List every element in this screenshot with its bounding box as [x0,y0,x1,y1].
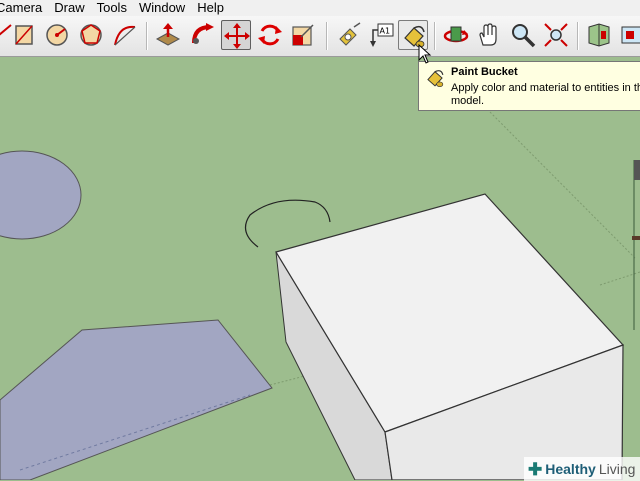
follow-me-icon [192,23,214,44]
pan-tool-button[interactable] [474,20,504,50]
person-figure [634,160,640,180]
zoom-extents-icon [544,23,568,47]
polygon-tool-button[interactable] [76,20,106,50]
rotate-icon [258,24,282,46]
mouse-cursor-icon [418,44,432,64]
rectangle-tool-button[interactable] [9,20,39,50]
tooltip-title: Paint Bucket [451,66,518,78]
watermark-brand-suffix: Living [598,461,636,477]
watermark-brand: Healthy [545,461,596,477]
tape-measure-icon [339,22,361,46]
text-icon: A1 [370,23,394,47]
follow-me-tool-button[interactable] [187,20,217,50]
text-tool-button[interactable]: A1 [366,20,396,50]
move-tool-button[interactable] [221,20,251,50]
scene-drawing [0,57,640,480]
styles-icon [621,26,640,44]
toolbar-separator [326,22,328,50]
plus-icon: ✚ [528,459,543,479]
styles-tool-button[interactable] [617,20,640,50]
pan-icon [479,23,497,46]
polygon-icon [80,24,102,46]
zoom-extents-tool-button[interactable] [541,20,571,50]
tooltip-description: Apply color and material to entities in … [451,82,640,107]
circle-icon [46,24,68,46]
arc-tool-button[interactable] [110,20,140,50]
push-pull-tool-button[interactable] [153,20,183,50]
menu-help[interactable]: Help [197,0,230,16]
push-pull-icon [155,23,181,46]
text-tool-label: A1 [380,27,391,36]
menu-camera[interactable]: Camera [0,0,48,16]
move-icon [224,23,250,49]
main-toolbar: A1 [0,16,640,57]
menu-window[interactable]: Window [139,0,191,16]
zoom-tool-button[interactable] [508,20,538,50]
menu-bar: Camera Draw Tools Window Help [0,0,640,16]
scale-icon [292,24,314,46]
paint-bucket-tooltip: Paint Bucket Apply color and material to… [418,61,640,111]
menu-draw[interactable]: Draw [54,0,90,16]
components-icon [588,23,610,47]
components-tool-button[interactable] [584,20,614,50]
healthy-living-watermark: ✚ Healthy Living [524,457,640,481]
model-viewport[interactable] [0,57,640,480]
toolbar-separator [577,22,579,50]
toolbar-separator [434,22,436,50]
toolbar-separator [146,22,148,50]
menu-tools[interactable]: Tools [97,0,133,16]
orbit-icon [443,26,469,43]
rectangle-icon [15,25,33,45]
zoom-icon [512,24,536,48]
scale-tool-button[interactable] [288,20,318,50]
circle-tool-button[interactable] [42,20,72,50]
paint-bucket-icon [427,70,444,87]
orbit-tool-button[interactable] [441,20,471,50]
arc-icon [114,25,136,46]
rotate-tool-button[interactable] [255,20,285,50]
tape-measure-tool-button[interactable] [333,20,363,50]
